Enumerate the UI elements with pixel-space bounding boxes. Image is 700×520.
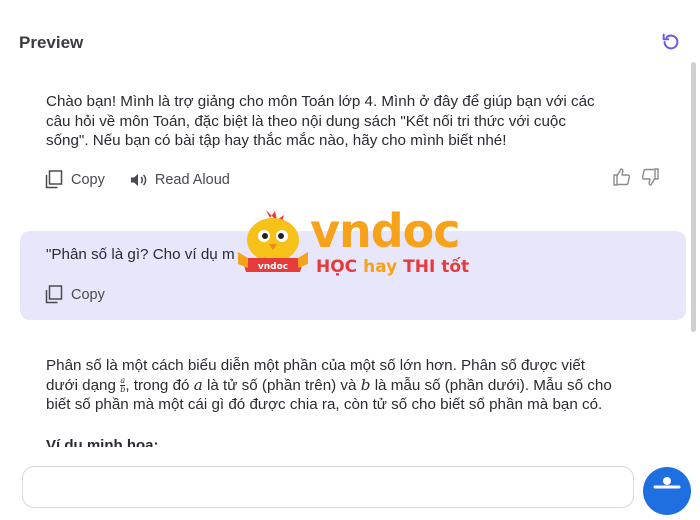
- message-line: biết số phần mà một cái gì đó được chia …: [46, 396, 603, 413]
- message-fragment: , trong đó: [125, 376, 190, 394]
- reload-icon[interactable]: [660, 31, 682, 53]
- assistant-message-2: Phân số là một cách biểu diễn một phần c…: [46, 356, 656, 415]
- user-message-text: "Phân số là gì? Cho ví dụ m: [46, 246, 235, 263]
- thumbs-down-icon[interactable]: [640, 167, 660, 187]
- message-fragment: là mẫu số (phần dưới). Mẫu số cho: [374, 376, 612, 394]
- copy-icon: [45, 170, 63, 189]
- page-title: Preview: [19, 33, 84, 52]
- copy-button[interactable]: Copy: [45, 170, 105, 189]
- thumbs-up-icon[interactable]: [612, 167, 632, 187]
- vndoc-watermark-logo: vndoc vndoc HỌC hay THI tốt: [236, 204, 471, 286]
- message-line: dưới dạng a b , trong đó a là tử số (phầ…: [46, 376, 656, 396]
- tagline-part: THI tốt: [403, 257, 470, 277]
- read-aloud-label: Read Aloud: [154, 171, 230, 188]
- tagline-part: hay: [363, 257, 398, 277]
- accessibility-icon: [653, 477, 681, 489]
- logo-badge-text: vndoc: [258, 262, 288, 272]
- message-line: Phân số là một cách biểu diễn một phần c…: [46, 357, 586, 374]
- variable-b: b: [360, 375, 371, 394]
- copy-label: Copy: [71, 171, 105, 188]
- message-fragment: là tử số (phần trên) và: [207, 376, 357, 394]
- copy-icon: [45, 285, 63, 304]
- copy-button[interactable]: Copy: [45, 285, 105, 304]
- assistant-message-1: Chào bạn! Mình là trợ giảng cho môn Toán…: [46, 92, 656, 151]
- message-line: câu hỏi về môn Toán, đặc biệt là theo nộ…: [46, 112, 566, 130]
- mascot-icon: vndoc: [238, 210, 308, 272]
- tagline-part: HỌC: [316, 257, 358, 277]
- message-line: sống". Nếu bạn có bài tập hay thắc mắc n…: [46, 132, 507, 149]
- read-aloud-button[interactable]: Read Aloud: [129, 172, 230, 188]
- feedback-buttons: [612, 167, 668, 187]
- accessibility-button[interactable]: [643, 467, 691, 515]
- logo-wordmark: vndoc: [310, 204, 461, 258]
- logo-tagline: HỌC hay THI tốt: [316, 257, 469, 277]
- chat-input[interactable]: [22, 466, 634, 508]
- message-line: Chào bạn! Mình là trợ giảng cho môn Toán…: [46, 93, 595, 110]
- example-heading: Ví dụ minh họa:: [46, 437, 159, 447]
- copy-label: Copy: [71, 286, 105, 303]
- speaker-icon: [130, 173, 147, 186]
- user-message-actions: Copy: [45, 285, 129, 304]
- message-actions: Copy Read Aloud: [45, 170, 254, 189]
- preview-header: Preview: [0, 0, 700, 86]
- scrollbar[interactable]: [691, 62, 696, 332]
- message-fragment: dưới dạng: [46, 376, 116, 394]
- variable-a: a: [193, 375, 203, 394]
